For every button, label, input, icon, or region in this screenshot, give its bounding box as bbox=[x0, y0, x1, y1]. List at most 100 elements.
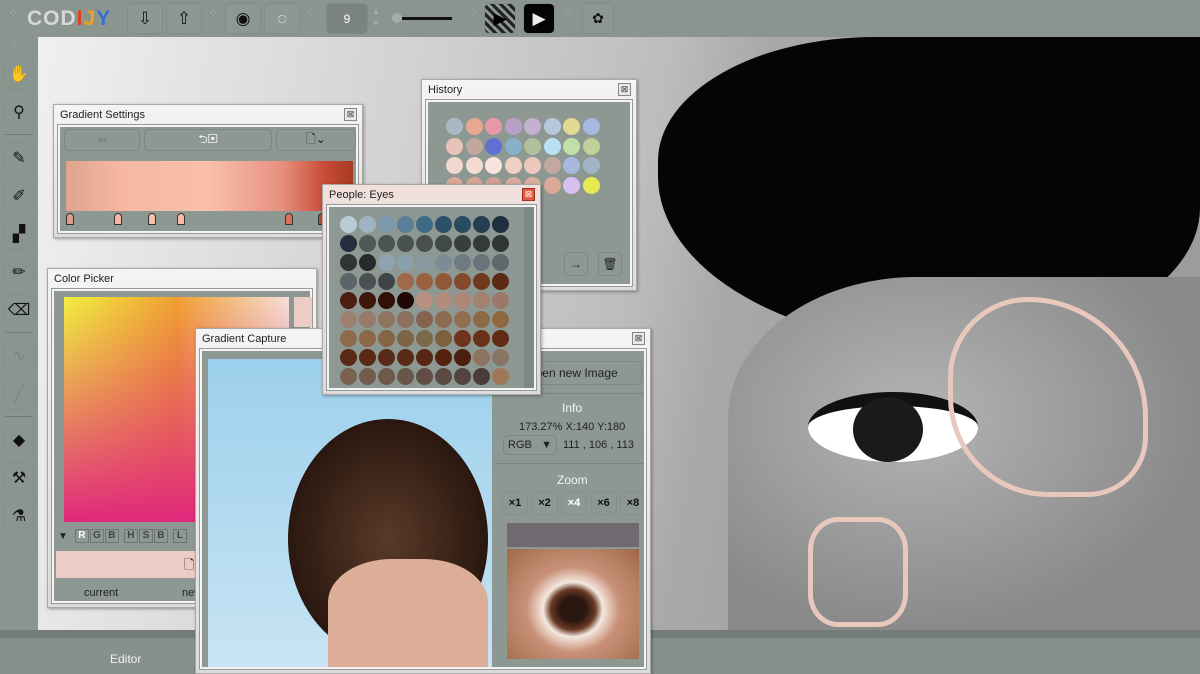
eye-color-swatch[interactable] bbox=[435, 235, 452, 252]
scrollbar[interactable] bbox=[524, 207, 534, 388]
eye-color-swatch[interactable] bbox=[378, 349, 395, 366]
eye-color-swatch[interactable] bbox=[397, 254, 414, 271]
gradient-stop[interactable] bbox=[177, 213, 185, 225]
eye-color-swatch[interactable] bbox=[378, 254, 395, 271]
eye-color-swatch[interactable] bbox=[378, 235, 395, 252]
eye-color-swatch[interactable] bbox=[359, 273, 376, 290]
eye-color-swatch[interactable] bbox=[435, 292, 452, 309]
channel-l[interactable]: L bbox=[172, 529, 187, 543]
channel-h[interactable]: H bbox=[123, 529, 138, 543]
eye-color-swatch[interactable] bbox=[492, 273, 509, 290]
history-swatch[interactable] bbox=[465, 118, 483, 135]
eye-color-swatch[interactable] bbox=[340, 235, 357, 252]
grip-icon[interactable]: ⁘ bbox=[10, 39, 18, 50]
eye-color-swatch[interactable] bbox=[416, 273, 433, 290]
history-swatch[interactable] bbox=[582, 157, 600, 174]
file-menu-button[interactable]: 🗋⌄ bbox=[276, 129, 356, 151]
eye-color-swatch[interactable] bbox=[454, 235, 471, 252]
history-swatch[interactable] bbox=[563, 176, 580, 194]
eye-color-swatch[interactable] bbox=[359, 330, 376, 347]
fill-tool[interactable]: ◆ bbox=[4, 425, 34, 455]
history-swatch[interactable] bbox=[485, 137, 502, 155]
editor-tab[interactable]: Editor bbox=[110, 652, 141, 666]
history-swatch[interactable] bbox=[524, 118, 541, 135]
history-swatch[interactable] bbox=[543, 137, 561, 155]
line-tool[interactable]: ╱ bbox=[4, 379, 34, 409]
history-swatch[interactable] bbox=[504, 137, 522, 155]
close-icon[interactable]: ⊠ bbox=[344, 108, 357, 121]
export-button[interactable]: ⇧ bbox=[166, 3, 202, 34]
history-swatch[interactable] bbox=[563, 118, 580, 135]
eye-color-swatch[interactable] bbox=[435, 216, 452, 233]
dither-pencil-tool[interactable]: ▞ bbox=[4, 219, 34, 249]
play-striped-button[interactable]: ▶ bbox=[484, 3, 516, 34]
eye-color-swatch[interactable] bbox=[435, 273, 452, 290]
eye-color-swatch[interactable] bbox=[397, 273, 414, 290]
dropdown-icon[interactable]: ▼ bbox=[58, 531, 68, 542]
history-swatch[interactable] bbox=[543, 176, 561, 194]
history-swatch[interactable] bbox=[465, 157, 483, 174]
eye-color-swatch[interactable] bbox=[340, 311, 357, 328]
eye-color-swatch[interactable] bbox=[359, 292, 376, 309]
eye-color-swatch[interactable] bbox=[359, 216, 376, 233]
close-icon[interactable]: ⊠ bbox=[522, 188, 535, 201]
stepper-icon[interactable]: ▲ ▼ bbox=[372, 6, 380, 30]
color-mode-select[interactable]: RGB ▼ bbox=[503, 435, 557, 455]
eye-color-swatch[interactable] bbox=[359, 349, 376, 366]
gradient-stop[interactable] bbox=[66, 213, 74, 225]
eye-color-swatch[interactable] bbox=[397, 292, 414, 309]
history-swatch[interactable] bbox=[543, 157, 561, 174]
eye-color-swatch[interactable] bbox=[378, 273, 395, 290]
close-icon[interactable]: ⊠ bbox=[618, 83, 631, 96]
eye-color-swatch[interactable] bbox=[397, 216, 414, 233]
eye-color-swatch[interactable] bbox=[454, 292, 471, 309]
settings-button[interactable]: ✿ bbox=[582, 3, 614, 34]
history-swatch[interactable] bbox=[582, 118, 600, 135]
eye-color-swatch[interactable] bbox=[340, 349, 357, 366]
eye-color-swatch[interactable] bbox=[492, 349, 509, 366]
squiggle-tool[interactable]: ∿ bbox=[4, 341, 34, 371]
apply-button[interactable]: → bbox=[564, 252, 588, 276]
eraser-tool[interactable]: ⌫ bbox=[4, 295, 34, 325]
eye-color-swatch[interactable] bbox=[454, 254, 471, 271]
eye-color-swatch[interactable] bbox=[492, 330, 509, 347]
outline-pencil-tool[interactable]: ✏ bbox=[4, 257, 34, 287]
grip-icon[interactable]: ⁘ bbox=[208, 7, 218, 19]
pencil-tool[interactable]: ✎ bbox=[4, 143, 34, 173]
eye-color-swatch[interactable] bbox=[454, 216, 471, 233]
gradient-action-button[interactable]: ↬ bbox=[64, 129, 140, 151]
zoom-option-button[interactable]: ×6 bbox=[590, 491, 617, 515]
history-swatch[interactable] bbox=[543, 118, 561, 135]
eye-color-swatch[interactable] bbox=[492, 368, 509, 385]
eye-color-swatch[interactable] bbox=[397, 368, 414, 385]
roller-tool[interactable]: ⚒ bbox=[4, 463, 34, 493]
eye-color-swatch[interactable] bbox=[416, 368, 433, 385]
history-swatch[interactable] bbox=[446, 157, 463, 174]
hand-tool[interactable]: ✋ bbox=[4, 59, 34, 89]
history-swatch[interactable] bbox=[485, 118, 502, 135]
grip-icon[interactable]: ⁘ bbox=[563, 7, 573, 19]
history-swatch[interactable] bbox=[504, 118, 522, 135]
eye-color-swatch[interactable] bbox=[473, 349, 490, 366]
history-swatch[interactable] bbox=[524, 137, 541, 155]
eye-color-swatch[interactable] bbox=[454, 273, 471, 290]
eye-color-swatch[interactable] bbox=[454, 349, 471, 366]
delete-button[interactable]: 🗑 bbox=[598, 252, 622, 276]
eye-color-swatch[interactable] bbox=[473, 368, 490, 385]
zoom-option-button[interactable]: ×4 bbox=[561, 491, 587, 515]
preview-button[interactable]: ◉ bbox=[225, 3, 261, 34]
eye-color-swatch[interactable] bbox=[340, 368, 357, 385]
gradient-stop[interactable] bbox=[285, 213, 293, 225]
slider-handle[interactable] bbox=[392, 13, 402, 23]
history-swatch[interactable] bbox=[582, 137, 600, 155]
eye-color-swatch[interactable] bbox=[378, 216, 395, 233]
eye-color-swatch[interactable] bbox=[359, 254, 376, 271]
history-swatch[interactable] bbox=[485, 157, 502, 174]
eye-color-swatch[interactable] bbox=[473, 216, 490, 233]
eye-color-swatch[interactable] bbox=[378, 311, 395, 328]
eye-color-swatch[interactable] bbox=[340, 254, 357, 271]
eye-color-swatch[interactable] bbox=[473, 292, 490, 309]
channel-b[interactable]: B bbox=[104, 529, 119, 543]
eye-color-swatch[interactable] bbox=[397, 311, 414, 328]
history-swatch[interactable] bbox=[563, 137, 580, 155]
